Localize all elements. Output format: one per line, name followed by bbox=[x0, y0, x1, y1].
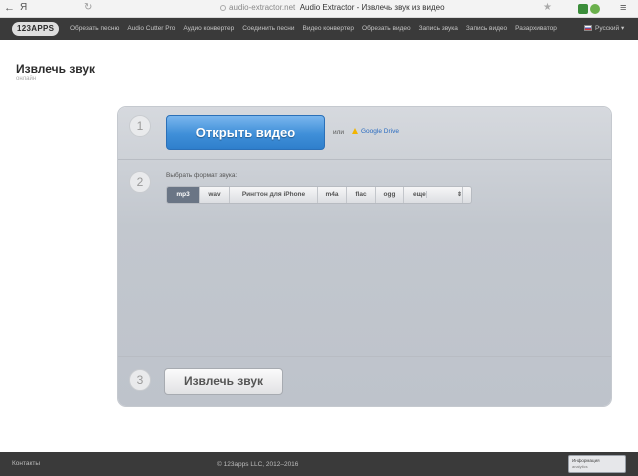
yandex-logo-icon[interactable]: Я bbox=[20, 2, 27, 13]
reload-icon[interactable]: ↻ bbox=[84, 2, 92, 13]
nav-link-cut-song[interactable]: Обрезать песню bbox=[70, 25, 119, 32]
browser-toolbar: ← Я ↻ audio-extractor.net Audio Extracto… bbox=[0, 0, 638, 18]
extract-audio-button[interactable]: Извлечь звук bbox=[164, 368, 283, 395]
nav-link-audio-converter[interactable]: Аудио конвертер bbox=[183, 25, 234, 32]
format-more-dropdown[interactable]: еще ⇕ bbox=[404, 187, 471, 203]
format-option-wav[interactable]: wav bbox=[200, 187, 230, 203]
url-domain: audio-extractor.net bbox=[229, 3, 296, 12]
or-label: или bbox=[333, 129, 345, 136]
nav-link-video-converter[interactable]: Видео конвертер bbox=[302, 25, 354, 32]
nav-links: Обрезать песню Audio Cutter Pro Аудио ко… bbox=[70, 25, 565, 32]
format-option-mp3[interactable]: mp3 bbox=[167, 187, 200, 203]
extension-shield-icon[interactable] bbox=[590, 4, 600, 14]
footer-contacts-link[interactable]: Контакты bbox=[12, 460, 40, 467]
format-option-iphone-ringtone[interactable]: Рингтон для iPhone bbox=[230, 187, 318, 203]
site-logo[interactable]: 123APPS bbox=[12, 22, 60, 36]
browser-menu-icon[interactable]: ≡ bbox=[620, 2, 626, 14]
site-info-icon[interactable] bbox=[220, 5, 226, 11]
open-video-button[interactable]: Открыть видео bbox=[166, 115, 325, 150]
footer-copyright: © 123apps LLC, 2012–2016 bbox=[217, 461, 299, 468]
nav-link-record-audio[interactable]: Запись звука bbox=[419, 25, 458, 32]
nav-link-record-video[interactable]: Запись видео bbox=[466, 25, 507, 32]
language-selector[interactable]: Русский ▾ bbox=[584, 24, 624, 32]
google-drive-icon bbox=[352, 128, 358, 134]
address-bar[interactable]: audio-extractor.net Audio Extractor - Из… bbox=[220, 3, 445, 12]
format-option-m4a[interactable]: m4a bbox=[318, 187, 347, 203]
step-divider bbox=[118, 159, 611, 160]
page-title: Извлечь звук bbox=[16, 62, 96, 76]
nav-link-unarchiver[interactable]: Разархиватор bbox=[515, 25, 557, 32]
nav-link-audio-cutter-pro[interactable]: Audio Cutter Pro bbox=[127, 25, 175, 32]
page-subtitle: онлайн bbox=[16, 76, 37, 82]
format-label: Выбрать формат звука: bbox=[166, 172, 238, 179]
extension-icon[interactable] bbox=[578, 4, 588, 14]
google-drive-link[interactable]: Google Drive bbox=[352, 128, 399, 135]
analytics-badge[interactable]: Информация analytics bbox=[568, 455, 626, 473]
bookmark-star-icon[interactable]: ★ bbox=[543, 2, 552, 13]
back-arrow-icon[interactable]: ← bbox=[4, 2, 15, 14]
format-selector: mp3 wav Рингтон для iPhone m4a flac ogg … bbox=[166, 186, 472, 204]
format-option-flac[interactable]: flac bbox=[347, 187, 376, 203]
google-drive-label: Google Drive bbox=[361, 128, 399, 135]
step-divider bbox=[118, 356, 611, 357]
step-number-3: 3 bbox=[129, 369, 151, 391]
nav-link-cut-video[interactable]: Обрезать видео bbox=[362, 25, 411, 32]
format-option-ogg[interactable]: ogg bbox=[376, 187, 404, 203]
nav-link-join-songs[interactable]: Соединить песни bbox=[242, 25, 294, 32]
step-number-2: 2 bbox=[129, 171, 151, 193]
badge-line-2: analytics bbox=[572, 464, 588, 469]
dropdown-arrows-icon: ⇕ bbox=[457, 187, 463, 203]
site-navbar: 123APPS Обрезать песню Audio Cutter Pro … bbox=[0, 18, 638, 40]
format-more-label: еще bbox=[413, 191, 427, 198]
step-number-1: 1 bbox=[129, 115, 151, 137]
language-label: Русский bbox=[595, 25, 620, 32]
russian-flag-icon bbox=[584, 25, 592, 31]
chevron-down-icon: ▾ bbox=[620, 25, 625, 32]
site-footer: Контакты © 123apps LLC, 2012–2016 Информ… bbox=[0, 452, 638, 476]
extractor-panel: 1 Открыть видео или Google Drive 2 Выбра… bbox=[118, 107, 611, 406]
tab-title: Audio Extractor - Извлечь звук из видео bbox=[299, 3, 445, 12]
